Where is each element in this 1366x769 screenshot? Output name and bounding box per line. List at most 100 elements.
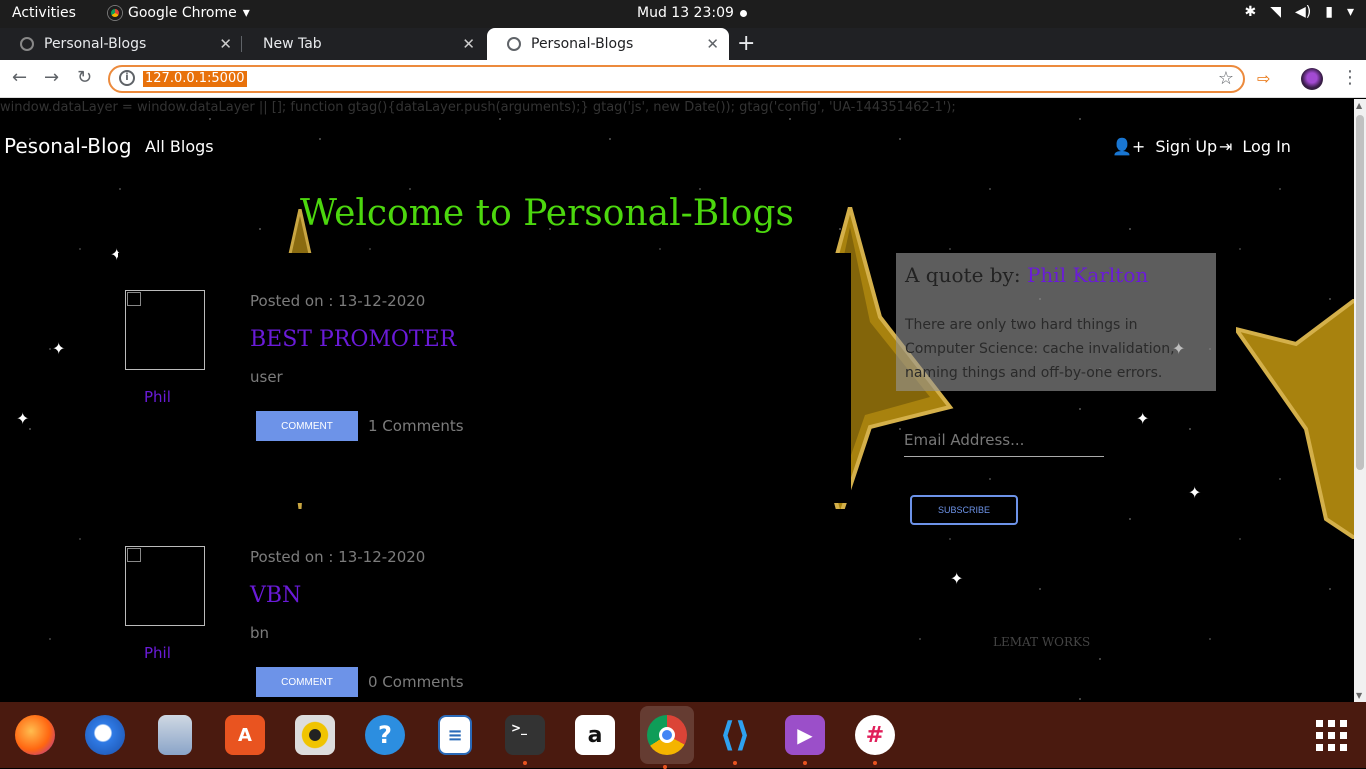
amazon-icon: a: [575, 715, 615, 755]
author-avatar: [125, 546, 205, 626]
terminal-icon: >_: [505, 715, 545, 755]
scroll-up-icon[interactable]: ▲: [1356, 101, 1362, 110]
quote-author: Phil Karlton: [1026, 263, 1149, 287]
sparkle-decoration: ✦: [52, 339, 66, 358]
author-avatar: [125, 290, 205, 370]
close-tab-icon[interactable]: ✕: [462, 35, 475, 53]
volume-icon[interactable]: ◀): [1295, 4, 1311, 20]
tab-new-tab[interactable]: New Tab ✕: [243, 28, 485, 60]
video-player-icon: ▶: [785, 715, 825, 755]
email-field[interactable]: Email Address...: [904, 429, 1104, 457]
leaked-script-text: window.dataLayer = window.dataLayer || […: [0, 100, 956, 115]
software-store-icon: A: [225, 715, 265, 755]
tab-personal-blogs-1[interactable]: Personal-Blogs ✕: [0, 28, 242, 60]
forward-arrow-icon[interactable]: →: [44, 67, 59, 88]
dock-help[interactable]: ?: [360, 710, 410, 760]
comment-button[interactable]: COMMENT: [256, 667, 358, 697]
tab-label: New Tab: [263, 36, 322, 52]
dock-firefox[interactable]: [10, 710, 60, 760]
dock-amazon[interactable]: a: [570, 710, 620, 760]
sparkle-decoration: ✦: [16, 409, 30, 428]
activities-button[interactable]: Activities: [12, 5, 76, 21]
nav-all-blogs[interactable]: All Blogs: [145, 137, 214, 156]
firefox-icon: [15, 715, 55, 755]
dock-software[interactable]: A: [220, 710, 270, 760]
files-icon: [158, 715, 192, 755]
profile-avatar[interactable]: [1301, 68, 1323, 90]
chrome-icon: [647, 715, 687, 755]
bookmark-star-icon[interactable]: ☆: [1218, 68, 1234, 89]
back-arrow-icon[interactable]: ←: [12, 67, 27, 88]
post-title[interactable]: BEST PROMOTER: [250, 327, 456, 352]
quote-heading-label: A quote by:: [905, 263, 1021, 287]
sign-in-icon: ⇥: [1219, 137, 1233, 156]
dock-video[interactable]: ▶: [780, 710, 830, 765]
accessibility-icon[interactable]: ✱: [1245, 4, 1257, 20]
tab-label: Personal-Blogs: [44, 36, 147, 52]
power-menu-icon[interactable]: ▾: [1347, 4, 1354, 20]
quote-heading: A quote by: Phil Karlton: [905, 263, 1148, 287]
site-credit: LEMAT WORKS: [993, 635, 1091, 649]
sparkle-decoration: ✦: [950, 569, 964, 588]
tab-strip: Personal-Blogs ✕ New Tab ✕ Personal-Blog…: [0, 28, 1366, 60]
sign-up-link[interactable]: 👤+ Sign Up: [1112, 137, 1217, 156]
scrollbar-thumb[interactable]: [1356, 115, 1364, 470]
tab-personal-blogs-active[interactable]: Personal-Blogs ✕: [487, 28, 729, 60]
post-author[interactable]: Phil: [144, 644, 171, 662]
dock-thunderbird[interactable]: [80, 710, 130, 760]
dock-writer[interactable]: ≡: [430, 710, 480, 760]
url-text[interactable]: 127.0.0.1:5000: [143, 71, 247, 87]
sign-up-label: Sign Up: [1155, 137, 1218, 156]
notification-dot-icon: [739, 9, 747, 17]
running-indicator: [663, 765, 667, 769]
post-title[interactable]: VBN: [250, 583, 301, 608]
app-menu[interactable]: Google Chrome ▾: [108, 5, 250, 21]
extension-icon[interactable]: ⇨: [1257, 69, 1275, 88]
quote-text: There are only two hard things in Comput…: [905, 317, 1175, 381]
post-date: Posted on : 13-12-2020: [250, 548, 426, 566]
battery-icon[interactable]: ▮: [1325, 4, 1333, 20]
running-indicator: [523, 761, 527, 765]
dock-show-applications[interactable]: [1306, 710, 1356, 760]
post-body: bn: [250, 624, 270, 642]
dock-terminal[interactable]: >_: [500, 710, 550, 765]
dock-slack[interactable]: #: [850, 710, 900, 765]
ubuntu-dock: A ? ≡ >_ a ⟨⟩ ▶ #: [0, 702, 1366, 769]
thunderbird-icon: [85, 715, 125, 755]
clock-label: Mud 13 23:09: [637, 5, 734, 21]
web-page: ✦ ✦ ✦ ✦ ✦ ✦ ✦ window.dataLayer = window.…: [0, 99, 1354, 702]
dock-chrome[interactable]: [640, 706, 694, 769]
reload-icon[interactable]: ↻: [77, 67, 92, 88]
dock-rhythmbox[interactable]: [290, 710, 340, 760]
scroll-down-icon[interactable]: ▼: [1356, 691, 1362, 700]
comment-button[interactable]: COMMENT: [256, 411, 358, 441]
tab-separator: [241, 36, 242, 52]
running-indicator: [803, 761, 807, 765]
sparkle-decoration: ✦: [1136, 409, 1150, 428]
vscode-icon: ⟨⟩: [719, 715, 751, 755]
hero-title: Welcome to Personal-Blogs: [300, 193, 794, 234]
info-icon[interactable]: i: [119, 70, 135, 86]
wifi-icon[interactable]: ◥: [1270, 4, 1281, 20]
page-scrollbar[interactable]: ▲ ▼: [1354, 99, 1366, 702]
user-plus-icon: 👤+: [1112, 137, 1146, 156]
address-bar[interactable]: i 127.0.0.1:5000 ☆: [108, 65, 1245, 93]
log-in-link[interactable]: ⇥ Log In: [1219, 137, 1291, 156]
app-menu-label: Google Chrome: [128, 5, 237, 21]
close-tab-icon[interactable]: ✕: [706, 35, 719, 53]
kebab-menu-icon[interactable]: ⋮: [1341, 67, 1359, 88]
globe-icon: [20, 37, 34, 51]
system-tray[interactable]: ✱ ◥ ◀) ▮ ▾: [1245, 4, 1355, 20]
comment-count[interactable]: 0 Comments: [368, 673, 464, 691]
new-tab-button[interactable]: +: [737, 31, 755, 56]
blog-post-card: Phil Posted on : 13-12-2020 BEST PROMOTE…: [118, 253, 851, 503]
post-body: user: [250, 368, 283, 386]
post-author[interactable]: Phil: [144, 388, 171, 406]
dock-vscode[interactable]: ⟨⟩: [710, 710, 760, 765]
close-tab-icon[interactable]: ✕: [219, 35, 232, 53]
subscribe-button[interactable]: SUBSCRIBE: [910, 495, 1018, 525]
dock-files[interactable]: [150, 710, 200, 760]
clock[interactable]: Mud 13 23:09: [637, 5, 747, 21]
comment-count[interactable]: 1 Comments: [368, 417, 464, 435]
site-brand[interactable]: Pesonal-Blog: [4, 134, 132, 158]
